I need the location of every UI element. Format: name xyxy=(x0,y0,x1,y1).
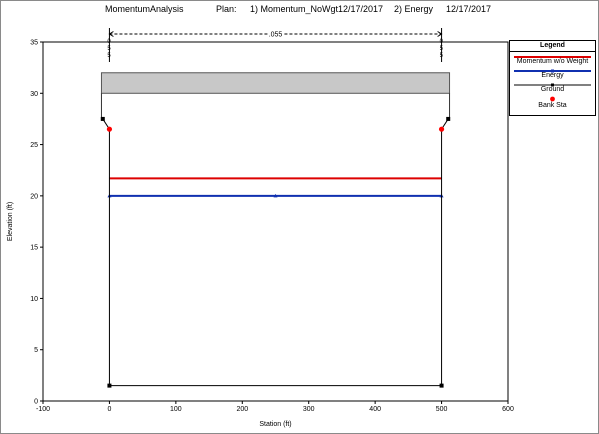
x-tick-label: 500 xyxy=(436,406,448,413)
legend-item: Ground xyxy=(510,80,595,94)
bank-sta-point xyxy=(106,126,113,132)
station-mark: 5 xyxy=(440,53,444,59)
ground-point xyxy=(107,383,112,388)
x-tick-label: 300 xyxy=(303,406,315,413)
station-mark: 5 xyxy=(107,46,111,52)
y-tick-label: 25 xyxy=(30,142,38,149)
bank-sta-point xyxy=(438,126,445,132)
y-tick-label: 5 xyxy=(34,347,38,354)
legend-item: Bank Sta xyxy=(510,94,595,109)
bridge-deck xyxy=(100,72,451,94)
legend-label: Bank Sta xyxy=(538,102,567,109)
y-tick-label: 0 xyxy=(34,399,38,406)
y-tick-label: 35 xyxy=(30,40,38,47)
legend-item: Energy xyxy=(510,66,595,80)
legend-label: Momentum w/o Weight xyxy=(516,58,589,65)
plot-area xyxy=(42,41,509,402)
x-tick-label: 100 xyxy=(170,406,182,413)
legend-title: Legend xyxy=(540,42,565,49)
x-tick-label: -100 xyxy=(36,406,50,413)
y-tick-label: 30 xyxy=(30,91,38,98)
legend-label: Energy xyxy=(541,72,564,79)
y-axis-label: Elevation (ft) xyxy=(7,202,14,241)
x-tick-label: 200 xyxy=(236,406,248,413)
y-tick-label: 10 xyxy=(30,296,38,303)
x-tick-label: 0 xyxy=(107,406,111,413)
x-tick-label: 600 xyxy=(502,406,514,413)
manning-n-label: .055 xyxy=(269,32,283,39)
y-tick-label: 15 xyxy=(30,245,38,252)
legend-label: Ground xyxy=(540,86,565,93)
legend-item: Momentum w/o Weight xyxy=(510,52,595,66)
ground-line xyxy=(102,118,449,387)
ground-point xyxy=(446,116,451,121)
right-abutment xyxy=(448,93,451,120)
ground-point xyxy=(100,116,105,121)
legend: Legend Momentum w/o Weight Energy Ground Ba… xyxy=(509,40,596,116)
x-axis-label: Station (ft) xyxy=(259,421,291,428)
station-mark: 5 xyxy=(440,46,444,52)
left-abutment xyxy=(100,93,103,120)
x-tick-label: 400 xyxy=(369,406,381,413)
y-tick-label: 20 xyxy=(30,193,38,200)
ground-point xyxy=(439,383,444,388)
station-mark: 5 xyxy=(107,53,111,59)
